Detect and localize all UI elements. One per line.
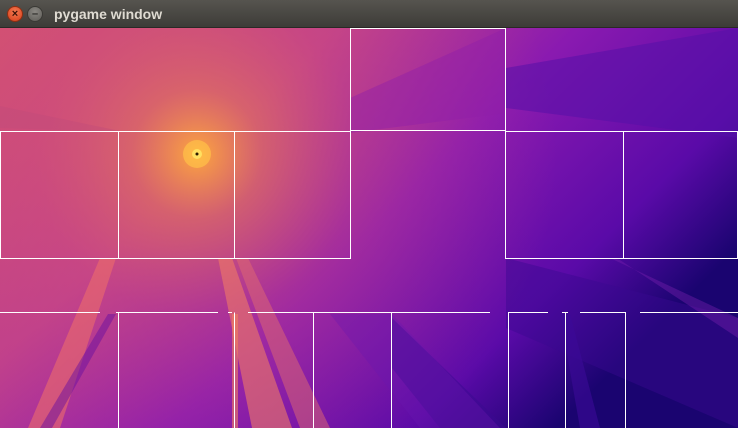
minimize-icon: – [31,7,39,20]
window-title: pygame window [54,6,163,22]
title-bar[interactable]: × – pygame window [0,0,738,28]
minimize-button[interactable]: – [27,6,43,22]
game-scene [0,28,738,428]
close-icon: × [11,7,19,20]
game-canvas[interactable] [0,28,738,428]
light-source [183,140,211,168]
app-window: × – pygame window [0,0,738,428]
close-button[interactable]: × [7,6,23,22]
